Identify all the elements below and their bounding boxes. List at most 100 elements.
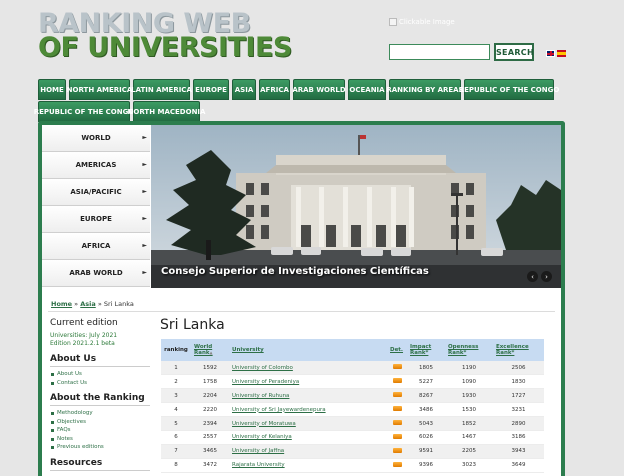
tab-north-america[interactable]: NORTH AMERICA [67,79,132,100]
triangle-right-icon: ► [142,269,147,276]
site-logo[interactable]: RANKING WEB OF UNIVERSITIES [38,10,292,63]
region-menu-label: ASIA/PACIFIC [70,188,122,196]
cell-university-link[interactable]: University of Moratuwa [229,416,387,431]
tab-republic-of-the-congo[interactable]: REPUBLIC OF THE CONGO [459,79,559,100]
cell-openness: 1090 [445,374,493,390]
previous-editions-link[interactable]: Previous editions [50,443,150,452]
tab-africa[interactable]: AFRICA [259,79,290,100]
edition-version: Edition 2021.2.1 beta [50,340,115,347]
details-icon[interactable] [392,406,402,412]
cell-excellence: 1727 [493,388,544,404]
cell-ranking: 7 [161,444,191,459]
broken-image[interactable]: Clickable Image [389,18,455,26]
col-openness[interactable]: Openness Rank* [445,339,493,361]
notes-link[interactable]: Notes [50,435,150,444]
details-icon[interactable] [392,420,402,425]
cell-world-rank: 1758 [191,374,229,390]
cell-det [387,388,407,404]
cell-university-link[interactable]: Rajarata University [229,458,387,473]
search-button[interactable]: SEARCH [494,43,534,61]
region-menu-europe[interactable]: EUROPE ► [42,206,150,233]
details-icon[interactable] [392,447,402,453]
col-world-rank[interactable]: World Rank▲ [191,339,229,361]
cell-openness: 1467 [445,430,493,445]
cell-openness: 1852 [445,416,493,431]
search-input[interactable] [389,44,490,60]
cell-det [387,458,407,473]
tab-latin-america[interactable]: LATIN AMERICA [131,79,192,100]
col-university[interactable]: University [229,339,387,361]
main-panel: WORLD ► AMERICAS ► ASIA/PACIFIC ► EUROPE ► A… [38,121,565,476]
breadcrumb: Home » Asia » Sri Lanka [51,300,134,308]
table-row: 8 3472 Rajarata University 9396 3023 364… [161,458,544,473]
cell-excellence: 3186 [493,430,544,445]
chevron-right-icon[interactable]: › [541,271,552,282]
hero-slideshow[interactable]: Consejo Superior de Investigaciones Cien… [151,125,561,288]
details-icon[interactable] [392,433,402,439]
cell-impact: 1805 [407,361,445,376]
about-ranking-links: Methodology Objectives FAQs Notes Previo… [50,409,150,452]
cell-world-rank: 3465 [191,444,229,459]
tab-arab-world[interactable]: ARAB WORLD [292,79,346,100]
cell-ranking: 8 [161,458,191,473]
cell-impact: 6026 [407,430,445,445]
cell-excellence: 3649 [493,458,544,473]
details-icon[interactable] [392,461,402,467]
cell-university-link[interactable]: University of Peradeniya [229,374,387,390]
cell-world-rank: 2557 [191,430,229,445]
cell-det [387,374,407,390]
logo-line-2: OF UNIVERSITIES [38,32,292,63]
region-menu-arab-world[interactable]: ARAB WORLD ► [42,260,150,287]
contact-us-link[interactable]: Contact Us [50,379,150,388]
tab-oceania[interactable]: OCEANIA [348,79,386,100]
region-menu-africa[interactable]: AFRICA ► [42,233,150,260]
region-menu-americas[interactable]: AMERICAS ► [42,152,150,179]
english-flag-icon[interactable] [546,50,555,57]
chevron-left-icon[interactable]: ‹ [527,271,538,282]
region-menu-label: WORLD [81,134,111,142]
col-impact[interactable]: Impact Rank* [407,339,445,361]
cell-university-link[interactable]: University of Colombo [229,361,387,376]
tab-europe[interactable]: EUROPE [193,79,229,100]
cell-excellence: 3943 [493,444,544,459]
triangle-right-icon: ► [142,161,147,168]
resources-title: Resources [50,458,150,471]
cell-university-link[interactable]: University of Ruhuna [229,388,387,404]
objectives-link[interactable]: Objectives [50,418,150,427]
cell-impact: 8267 [407,388,445,404]
details-icon[interactable] [392,378,402,384]
cell-impact: 5043 [407,416,445,431]
cell-university-link[interactable]: University of Jaffna [229,444,387,459]
methodology-link[interactable]: Methodology [50,409,150,418]
cell-university-link[interactable]: University of Sri Jayewardenepura [229,402,387,418]
col-det[interactable]: Det. [387,339,407,361]
cell-ranking: 1 [161,361,191,376]
cell-det [387,402,407,418]
about-us-link[interactable]: About Us [50,370,150,379]
cell-det [387,444,407,459]
cell-impact: 9396 [407,458,445,473]
region-menu: WORLD ► AMERICAS ► ASIA/PACIFIC ► EUROPE ► A… [42,125,150,287]
details-icon[interactable] [392,392,402,398]
cell-openness: 1190 [445,361,493,376]
details-icon[interactable] [392,364,402,370]
cell-university-link[interactable]: University of Kelaniya [229,430,387,445]
breadcrumb-home[interactable]: Home [51,300,72,308]
col-excellence[interactable]: Excellence Rank* [493,339,544,361]
hero-caption: Consejo Superior de Investigaciones Cien… [161,266,429,277]
region-menu-world[interactable]: WORLD ► [42,125,150,152]
tab-ranking-by-areas[interactable]: RANKING BY AREAS [386,79,464,100]
tab-north-macedonia[interactable]: NORTH MACEDONIA [128,101,205,122]
broken-image-icon [389,18,397,26]
faqs-link[interactable]: FAQs [50,426,150,435]
cell-ranking: 2 [161,374,191,390]
spanish-flag-icon[interactable] [557,50,566,57]
tab-asia[interactable]: ASIA [232,79,256,100]
cell-world-rank: 3472 [191,458,229,473]
cell-openness: 2205 [445,444,493,459]
breadcrumb-asia[interactable]: Asia [80,300,96,308]
tab-republic-of-the-congo-2[interactable]: REPUBLIC OF THE CONGO [34,101,134,122]
region-menu-asia-pacific[interactable]: ASIA/PACIFIC ► [42,179,150,206]
tab-home[interactable]: HOME [38,79,66,100]
about-us-title: About Us [50,354,150,367]
